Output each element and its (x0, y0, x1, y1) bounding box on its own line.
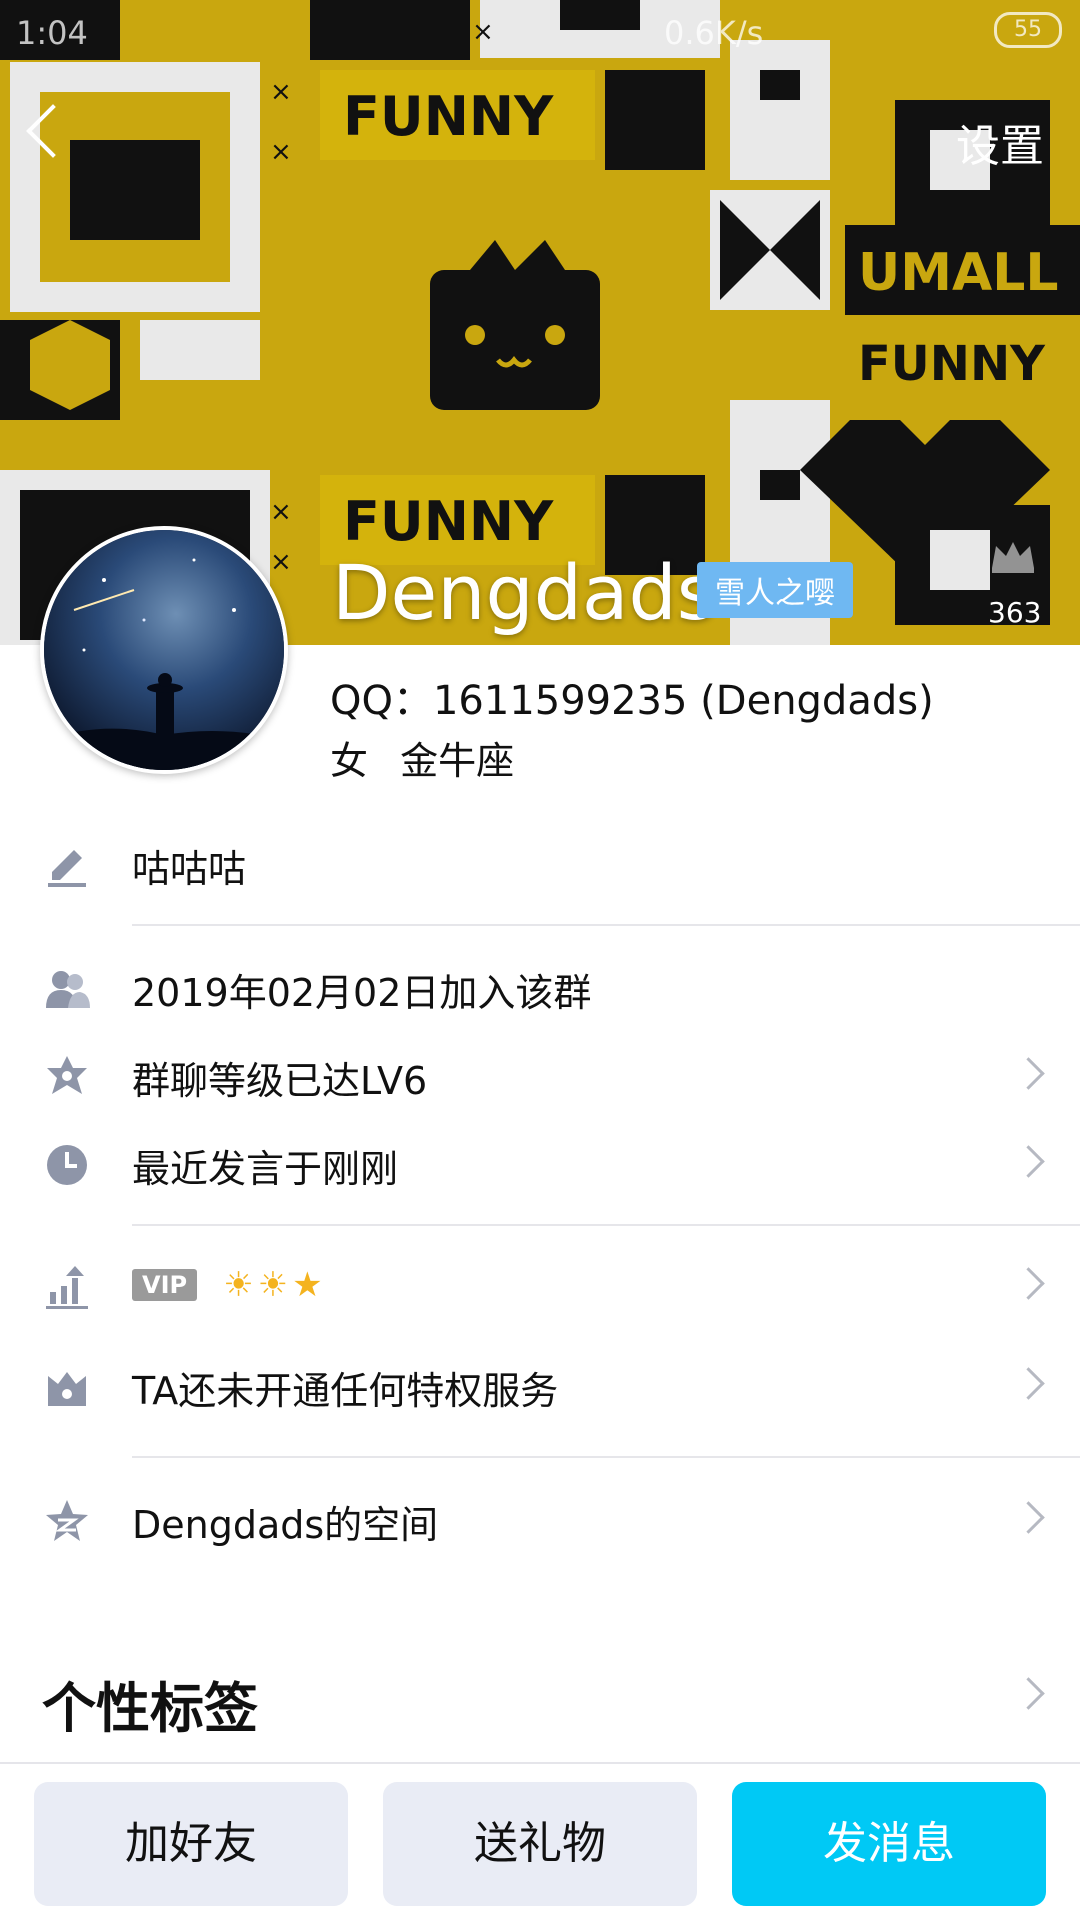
cover-word: FUNNY (858, 336, 1046, 392)
space-text: Dengdads的空间 (132, 1503, 439, 1547)
qzone-star-icon (46, 1500, 88, 1541)
signature-row[interactable]: 咕咕咕 (0, 824, 1080, 904)
cover-word: FUNNY (343, 490, 554, 553)
joined-row: 2019年02月02日加入该群 (0, 948, 1080, 1028)
svg-text:×: × (270, 497, 292, 527)
avatar-image (44, 530, 284, 770)
chevron-right-icon (1012, 1677, 1045, 1710)
status-time: 1:04 (16, 14, 88, 52)
star-badge-icon (47, 1056, 87, 1094)
chevron-right-icon (1012, 1145, 1045, 1178)
privilege-row[interactable]: TA还未开通任何特权服务 (0, 1346, 1080, 1426)
svg-text:×: × (270, 137, 292, 167)
chevron-right-icon (1012, 1367, 1045, 1400)
vip-badge: VIP (132, 1268, 198, 1301)
joined-text: 2019年02月02日加入该群 (132, 971, 592, 1015)
tags-section-arrow[interactable] (900, 1656, 1080, 1736)
group-nickname-badge[interactable]: 雪人之嘤 (697, 562, 853, 618)
gender-text: 女 (330, 739, 369, 783)
bottom-action-bar: 加好友 送礼物 发消息 (0, 1762, 1080, 1922)
chevron-right-icon (1012, 1267, 1045, 1300)
cover-word: FUNNY (343, 85, 554, 148)
crown-icon[interactable] (990, 538, 1036, 574)
add-friend-button[interactable]: 加好友 (34, 1782, 348, 1906)
last-speak-text: 最近发言于刚刚 (132, 1147, 399, 1191)
vip-info: VIP ☀☀★ (132, 1260, 327, 1305)
settings-button[interactable]: 设置 (956, 110, 1044, 174)
svg-text:×: × (270, 77, 292, 107)
members-icon (46, 971, 90, 1008)
space-row[interactable]: Dengdads的空间 (0, 1480, 1080, 1560)
zodiac-text: 金牛座 (400, 739, 515, 783)
status-bar: 1:04 0.6K/s 55 (0, 12, 1080, 54)
chevron-right-icon (1012, 1501, 1045, 1534)
status-network-speed: 0.6K/s (664, 14, 764, 52)
privilege-text: TA还未开通任何特权服务 (132, 1369, 559, 1413)
battery-icon: 55 (994, 12, 1062, 48)
profile-name: Dengdads (332, 548, 717, 637)
avatar[interactable] (40, 526, 288, 774)
send-message-button[interactable]: 发消息 (732, 1782, 1046, 1906)
chevron-right-icon (1012, 1057, 1045, 1090)
svg-text:×: × (270, 547, 292, 577)
qq-number: QQ：1611599235 (Dengdads) (330, 678, 934, 724)
signature-text: 咕咕咕 (132, 847, 247, 891)
group-level-row[interactable]: 群聊等级已达LV6 (0, 1036, 1080, 1116)
divider (132, 1224, 1080, 1226)
clock-icon (47, 1145, 87, 1185)
level-count: 363 (988, 596, 1042, 629)
rank-up-icon (46, 1266, 88, 1309)
tags-section-title[interactable]: 个性标签 (42, 1664, 258, 1743)
divider (132, 1456, 1080, 1458)
last-speak-row[interactable]: 最近发言于刚刚 (0, 1124, 1080, 1204)
vip-level-icons: ☀☀★ (223, 1264, 327, 1305)
vip-row[interactable]: VIP ☀☀★ (0, 1246, 1080, 1326)
cover-word: UMALL (858, 243, 1058, 303)
divider (132, 924, 1080, 926)
edit-icon (48, 850, 86, 887)
crown-box-icon (48, 1372, 86, 1406)
group-level-text: 群聊等级已达LV6 (132, 1059, 428, 1103)
send-gift-button[interactable]: 送礼物 (383, 1782, 697, 1906)
gender-zodiac: 女 金牛座 (330, 730, 514, 785)
